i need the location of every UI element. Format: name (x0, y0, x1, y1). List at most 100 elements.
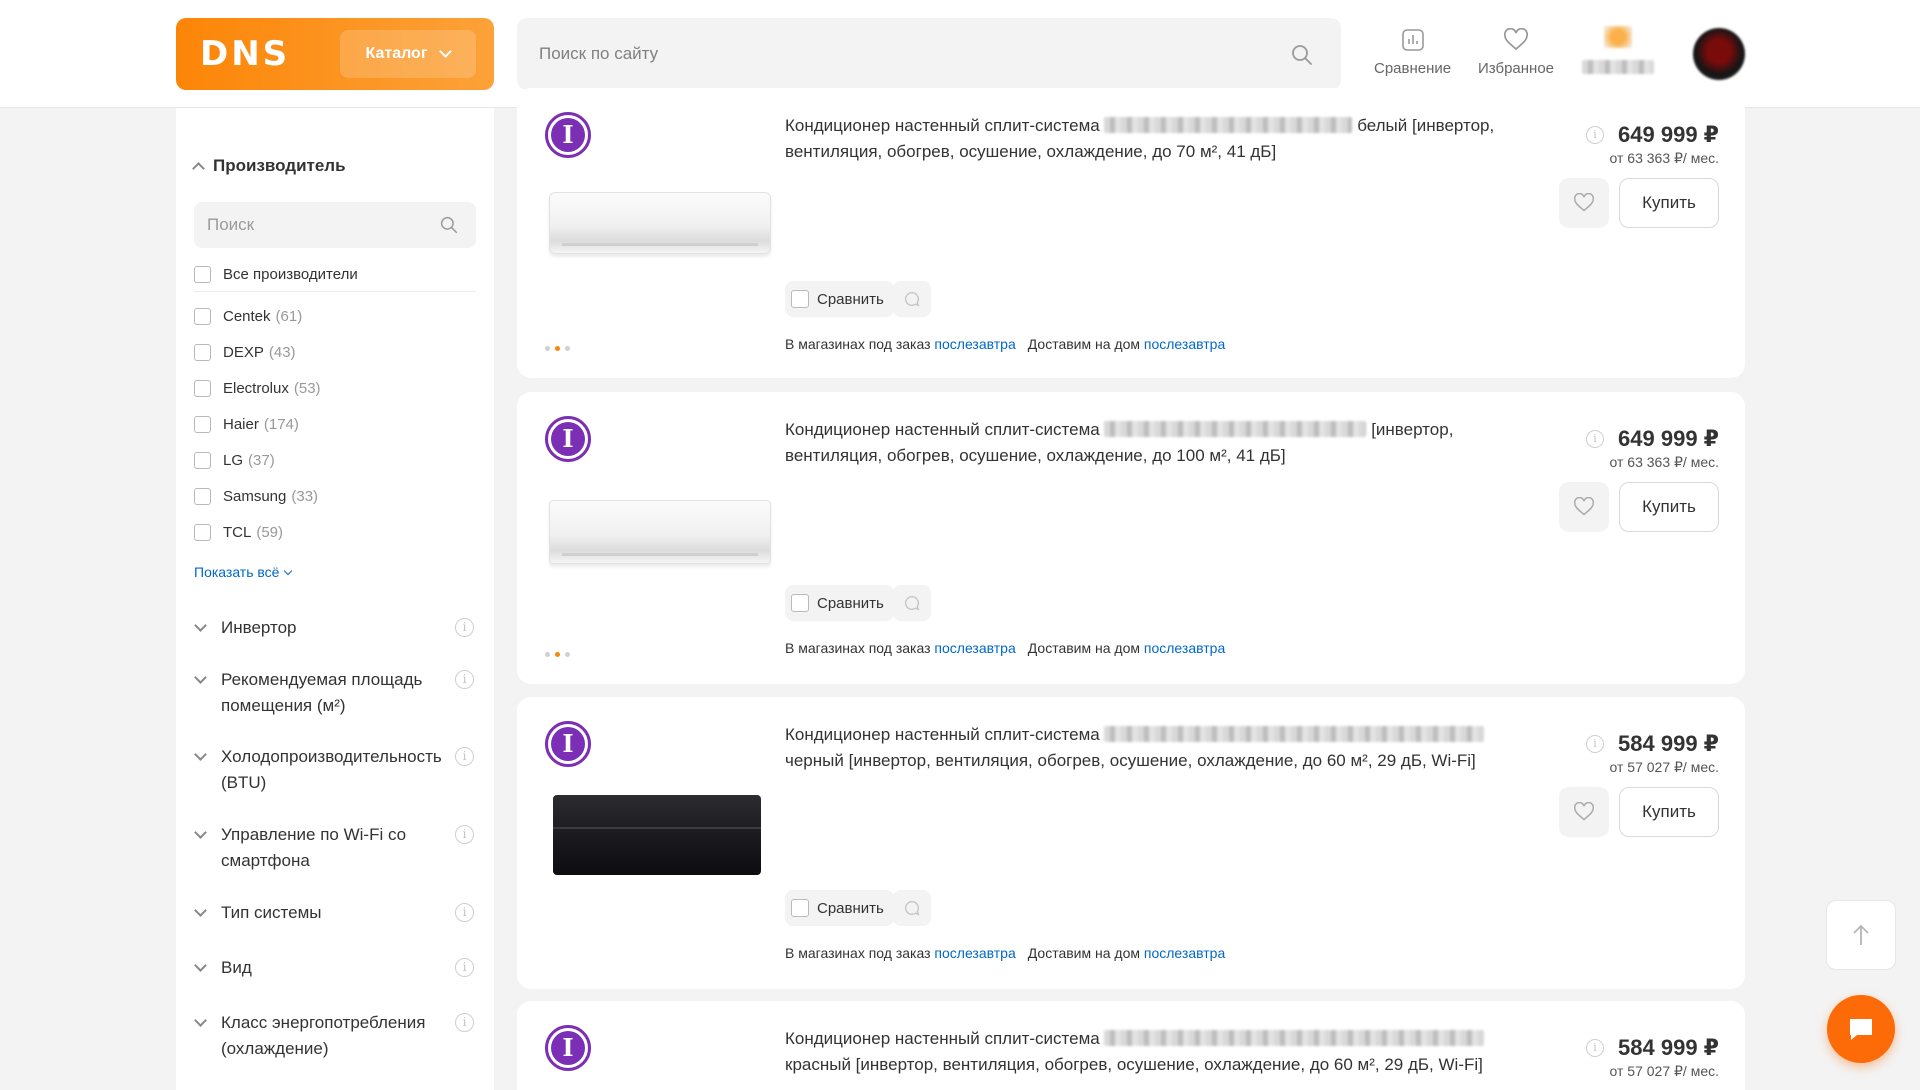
image-pager-dots[interactable] (545, 652, 570, 657)
checkbox[interactable] (791, 899, 809, 917)
cart-label-blurred (1582, 60, 1654, 74)
product-image[interactable] (553, 795, 761, 875)
product-title[interactable]: Кондиционер настенный сплит-система крас… (785, 1026, 1505, 1078)
checkbox[interactable] (194, 265, 211, 283)
scroll-to-top-button[interactable] (1826, 900, 1896, 970)
filter-section-system-type[interactable]: Тип системы i (194, 900, 486, 926)
checkbox[interactable] (194, 343, 211, 361)
product-card: I Кондиционер настенный сплит-система кр… (517, 1001, 1745, 1090)
product-title[interactable]: Кондиционер настенный сплит-система [инв… (785, 417, 1505, 469)
review-icon (904, 901, 920, 916)
filter-section-btu[interactable]: Холодопроизводительность (BTU) i (194, 744, 486, 796)
add-to-favorites-button[interactable] (1559, 787, 1609, 837)
checkbox[interactable] (194, 415, 211, 433)
info-icon[interactable]: i (1586, 1039, 1605, 1057)
buy-button[interactable]: Купить (1619, 787, 1719, 837)
filter-section-inverter[interactable]: Инвертор i (194, 615, 486, 641)
info-icon[interactable]: i (1586, 735, 1605, 753)
user-avatar[interactable] (1693, 28, 1745, 80)
image-pager-dots[interactable] (545, 346, 570, 351)
product-badge: I (545, 416, 591, 462)
checkbox[interactable] (194, 523, 211, 541)
manufacturer-option[interactable]: Haier (174) (194, 414, 299, 434)
manufacturer-name: LG (223, 451, 244, 469)
info-icon[interactable]: i (455, 1013, 474, 1032)
chevron-down-icon (194, 619, 207, 632)
checkbox[interactable] (194, 379, 211, 397)
chat-icon (1850, 1019, 1872, 1040)
info-icon[interactable]: i (455, 747, 474, 766)
cart-icon (1604, 26, 1632, 48)
product-image[interactable] (549, 192, 771, 254)
delivery-date-link[interactable]: послезавтра (1144, 945, 1225, 961)
filter-section-area[interactable]: Рекомендуемая площадь помещения (м²) i (194, 667, 486, 719)
manufacturer-option[interactable]: DEXP (43) (194, 342, 296, 362)
product-credit[interactable]: от 57 027 ₽/ мес. (1610, 759, 1719, 776)
cart-link[interactable] (1582, 24, 1656, 80)
checkbox[interactable] (791, 290, 809, 308)
availability-info: В магазинах под заказ послезавтра Достави… (785, 945, 1226, 961)
manufacturer-option[interactable]: LG (37) (194, 450, 275, 470)
catalog-button[interactable]: Каталог (340, 30, 476, 78)
store-date-link[interactable]: послезавтра (934, 945, 1015, 961)
filter-manufacturer-header[interactable]: Производитель (192, 156, 346, 176)
product-badge: I (545, 1025, 591, 1071)
manufacturer-all-option[interactable]: Все производители (194, 264, 358, 284)
search-icon[interactable] (1291, 44, 1313, 71)
manufacturer-all-label: Все производители (223, 265, 358, 283)
add-to-favorites-button[interactable] (1559, 178, 1609, 228)
favorites-link[interactable]: Избранное (1478, 27, 1554, 77)
dns-logo[interactable]: DNS (200, 34, 290, 74)
product-credit[interactable]: от 57 027 ₽/ мес. (1610, 1063, 1719, 1080)
store-date-link[interactable]: послезавтра (934, 336, 1015, 352)
filter-section-energy-class[interactable]: Класс энергопотребления (охлаждение) i (194, 1010, 486, 1062)
info-icon[interactable]: i (1586, 430, 1605, 448)
compare-checkbox[interactable]: Сравнить (785, 890, 894, 926)
checkbox[interactable] (194, 487, 211, 505)
manufacturer-option[interactable]: Centek (61) (194, 306, 302, 326)
buy-button[interactable]: Купить (1619, 178, 1719, 228)
manufacturer-option[interactable]: TCL (59) (194, 522, 283, 542)
manufacturer-option[interactable]: Electrolux (53) (194, 378, 321, 398)
info-icon[interactable]: i (455, 903, 474, 922)
product-credit[interactable]: от 63 363 ₽/ мес. (1610, 150, 1719, 167)
chevron-down-icon (194, 1014, 207, 1027)
info-icon[interactable]: i (455, 618, 474, 637)
filter-section-wifi[interactable]: Управление по Wi-Fi со смартфона i (194, 822, 486, 874)
compare-link[interactable]: Сравнение (1374, 28, 1451, 77)
add-to-favorites-button[interactable] (1559, 482, 1609, 532)
info-icon[interactable]: i (455, 670, 474, 689)
checkbox[interactable] (194, 307, 211, 325)
filter-section-title: Вид (221, 958, 252, 977)
compare-checkbox[interactable]: Сравнить (785, 585, 894, 621)
product-credit[interactable]: от 63 363 ₽/ мес. (1610, 454, 1719, 471)
delivery-date-link[interactable]: послезавтра (1144, 640, 1225, 656)
product-title[interactable]: Кондиционер настенный сплит-система белы… (785, 113, 1505, 165)
reviews-button[interactable] (893, 890, 931, 926)
product-image[interactable] (549, 500, 771, 564)
filter-section-view[interactable]: Вид i (194, 955, 486, 981)
buy-button[interactable]: Купить (1619, 482, 1719, 532)
reviews-button[interactable] (893, 281, 931, 317)
store-date-link[interactable]: послезавтра (934, 640, 1015, 656)
checkbox[interactable] (194, 451, 211, 469)
availability-info: В магазинах под заказ послезавтра Достави… (785, 336, 1226, 352)
chat-button[interactable] (1827, 995, 1895, 1063)
product-model-blurred (1104, 117, 1353, 133)
compare-label: Сравнить (817, 594, 884, 612)
info-icon[interactable]: i (455, 825, 474, 844)
manufacturer-name: Electrolux (223, 379, 289, 397)
show-all-manufacturers-link[interactable]: Показать всё (194, 564, 293, 580)
filter-section-title: Класс энергопотребления (охлаждение) (221, 1013, 426, 1058)
reviews-button[interactable] (893, 585, 931, 621)
checkbox[interactable] (791, 594, 809, 612)
heart-icon (1574, 193, 1594, 212)
delivery-date-link[interactable]: послезавтра (1144, 336, 1225, 352)
site-search-input[interactable] (539, 18, 1239, 90)
product-title[interactable]: Кондиционер настенный сплит-система черн… (785, 722, 1505, 774)
manufacturer-search-input[interactable] (207, 202, 427, 248)
info-icon[interactable]: i (455, 958, 474, 977)
compare-checkbox[interactable]: Сравнить (785, 281, 894, 317)
manufacturer-option[interactable]: Samsung (33) (194, 486, 318, 506)
info-icon[interactable]: i (1586, 126, 1605, 144)
